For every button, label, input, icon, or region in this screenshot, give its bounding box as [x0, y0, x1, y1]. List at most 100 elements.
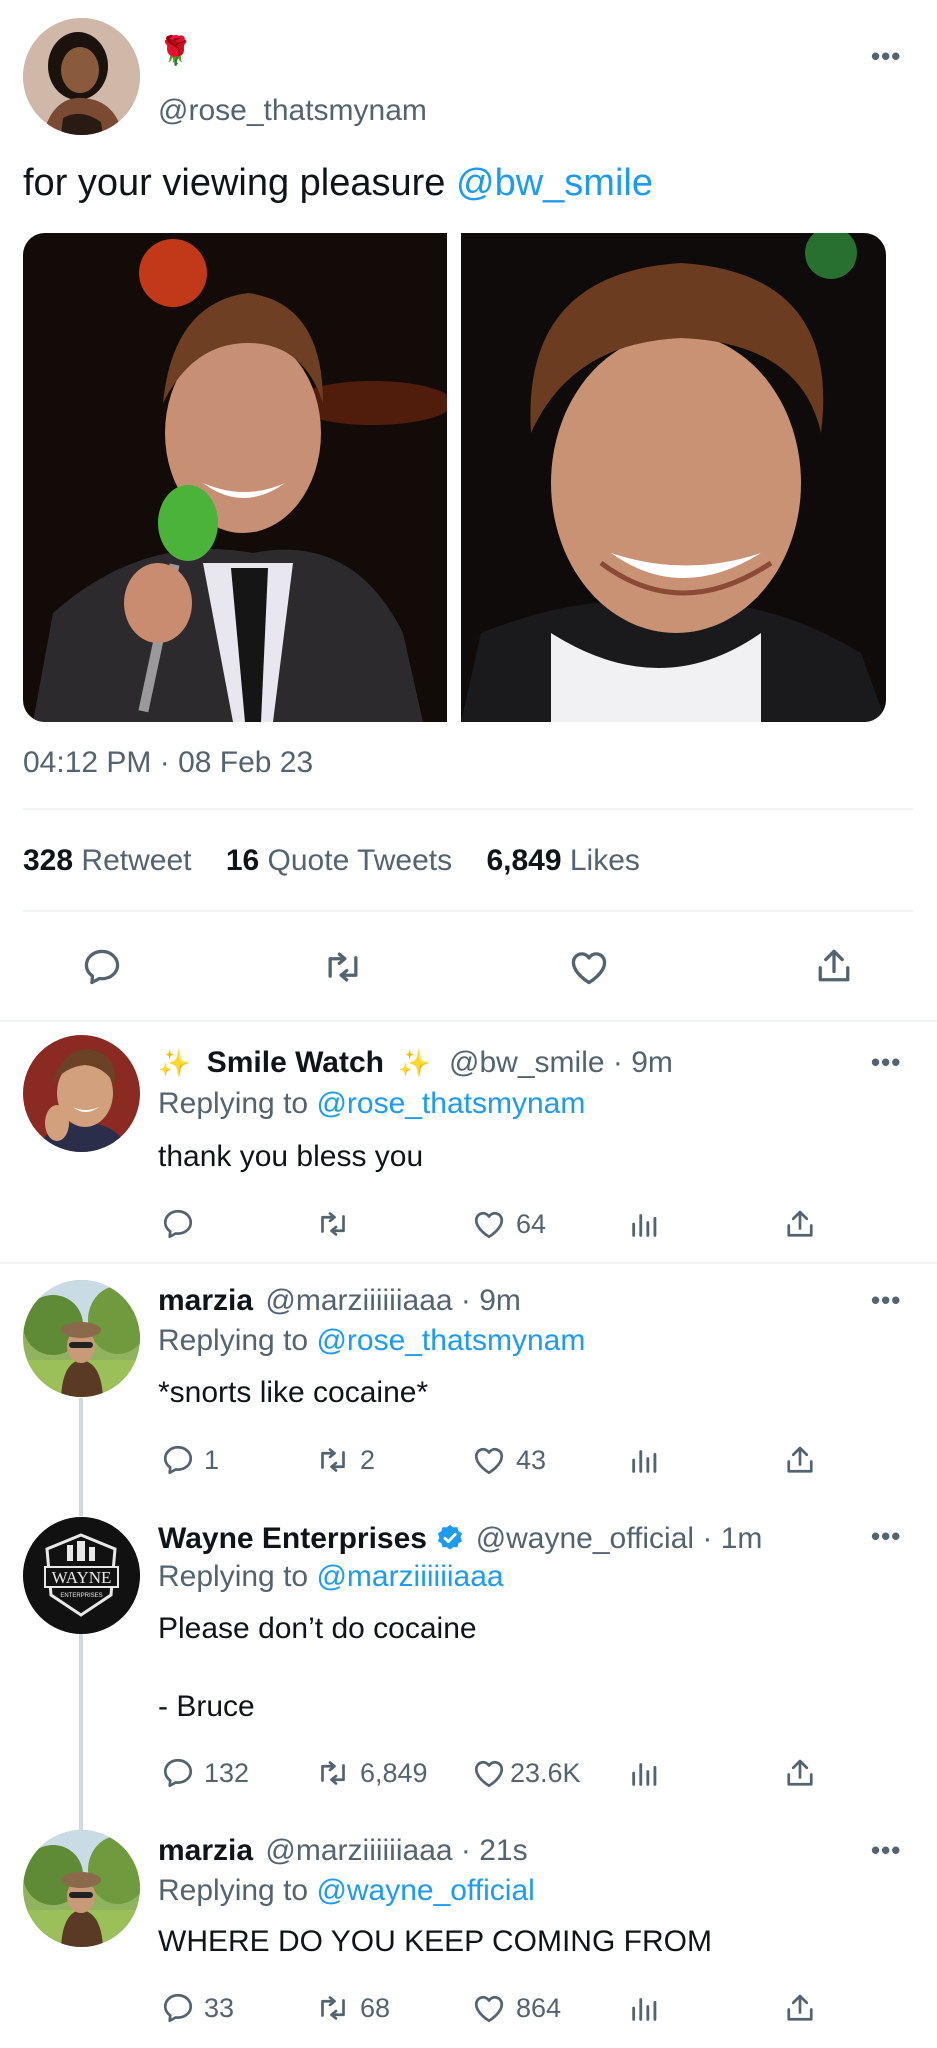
retweet-count[interactable]: 68: [360, 1993, 390, 2024]
divider: [0, 1262, 937, 1264]
reply-time[interactable]: · 21s: [453, 1834, 528, 1867]
divider: [23, 808, 913, 810]
thread-line: [79, 1634, 83, 1830]
likes-count[interactable]: 6,849: [486, 844, 561, 877]
reply-handle[interactable]: @wayne_official: [476, 1522, 694, 1555]
replying-to-handle[interactable]: @wayne_official: [316, 1874, 534, 1907]
reply-count[interactable]: 33: [204, 1993, 234, 2024]
author-avatar[interactable]: [23, 18, 140, 135]
share-icon[interactable]: [782, 1754, 818, 1792]
share-icon[interactable]: [782, 1441, 818, 1479]
wayne-logo-text: WAYNE: [52, 1568, 112, 1587]
reply-count[interactable]: 132: [204, 1758, 249, 1789]
like-icon[interactable]: [470, 1442, 508, 1478]
share-icon[interactable]: [782, 1989, 818, 2027]
retweet-icon[interactable]: [314, 1206, 352, 1242]
more-options-icon[interactable]: •••: [871, 1287, 901, 1313]
reply-display-name[interactable]: Smile Watch: [207, 1046, 384, 1079]
reply-time[interactable]: · 9m: [453, 1284, 521, 1317]
tweet-photo-2[interactable]: [461, 233, 886, 722]
author-handle[interactable]: @rose_thatsmynam: [158, 94, 427, 128]
reply-handle[interactable]: @marziiiiiiaaa: [265, 1834, 452, 1867]
tweet-mention[interactable]: @bw_smile: [456, 162, 653, 204]
more-options-icon[interactable]: •••: [871, 1049, 901, 1075]
replying-to: Replying to @marziiiiiiaaa: [158, 1560, 504, 1594]
quotes-count[interactable]: 16: [226, 844, 259, 877]
verified-badge-icon: [438, 1524, 463, 1550]
reply-header: marzia @marziiiiiiaaa · 21s: [158, 1834, 528, 1868]
author-display-name: 🌹: [158, 35, 193, 66]
replying-to: Replying to @rose_thatsmynam: [158, 1087, 585, 1121]
reply-icon[interactable]: [80, 945, 124, 989]
reply-icon[interactable]: [160, 1442, 196, 1478]
likes-label[interactable]: Likes: [570, 844, 640, 877]
replying-to-handle[interactable]: @rose_thatsmynam: [316, 1087, 585, 1120]
like-count[interactable]: 23.6K: [510, 1758, 581, 1789]
reply-text-signature: - Bruce: [158, 1690, 255, 1723]
reply-display-name[interactable]: Wayne Enterprises: [158, 1522, 427, 1555]
tweet-stats: 328 Retweet 16 Quote Tweets 6,849 Likes: [23, 844, 640, 878]
reply-header: Wayne Enterprises @wayne_official · 1m: [158, 1522, 762, 1556]
divider: [23, 910, 913, 912]
replying-to: Replying to @wayne_official: [158, 1874, 535, 1908]
tweet-text: for your viewing pleasure @bw_smile: [23, 162, 653, 205]
retweets-count[interactable]: 328: [23, 844, 73, 877]
tweet-text-body: for your viewing pleasure: [23, 162, 456, 204]
replying-to-handle[interactable]: @rose_thatsmynam: [316, 1324, 585, 1357]
reply-icon[interactable]: [160, 1990, 196, 2026]
reply-avatar[interactable]: WAYNE ENTERPRISES: [23, 1517, 140, 1634]
reply-text: WHERE DO YOU KEEP COMING FROM: [158, 1925, 712, 1958]
like-icon[interactable]: [470, 1206, 508, 1242]
sparkle-icon: ✨: [398, 1048, 431, 1078]
reply-header: ✨ Smile Watch ✨ @bw_smile · 9m: [158, 1046, 673, 1080]
retweet-count[interactable]: 2: [360, 1445, 375, 1476]
analytics-icon[interactable]: [628, 1442, 662, 1478]
more-options-icon[interactable]: •••: [871, 43, 901, 69]
tweet-photo-1[interactable]: [23, 233, 447, 722]
reply-time[interactable]: · 9m: [605, 1046, 673, 1079]
share-icon[interactable]: [782, 1205, 818, 1243]
reply-text: *snorts like cocaine*: [158, 1376, 429, 1409]
reply-time[interactable]: · 1m: [694, 1522, 762, 1555]
like-count[interactable]: 43: [516, 1445, 546, 1476]
reply-handle[interactable]: @marziiiiiiaaa: [265, 1284, 452, 1317]
like-icon[interactable]: [470, 1990, 508, 2026]
reply-icon[interactable]: [160, 1206, 196, 1242]
retweet-icon[interactable]: [314, 1755, 352, 1791]
quotes-label[interactable]: Quote Tweets: [268, 844, 453, 877]
tweet-timestamp[interactable]: 04:12 PM · 08 Feb 23: [23, 746, 313, 780]
like-count[interactable]: 64: [516, 1209, 546, 1240]
retweets-label[interactable]: Retweet: [81, 844, 191, 877]
reply-display-name[interactable]: marzia: [158, 1284, 253, 1317]
thread-line: [79, 1398, 83, 1516]
reply-avatar[interactable]: [23, 1280, 140, 1397]
analytics-icon[interactable]: [628, 1990, 662, 2026]
analytics-icon[interactable]: [628, 1206, 662, 1242]
reply-text: thank you bless you: [158, 1140, 424, 1173]
like-icon[interactable]: [470, 1755, 508, 1791]
more-options-icon[interactable]: •••: [871, 1523, 901, 1549]
like-icon[interactable]: [566, 945, 612, 989]
retweet-count[interactable]: 6,849: [360, 1758, 428, 1789]
more-options-icon[interactable]: •••: [871, 1837, 901, 1863]
sparkle-icon: ✨: [158, 1048, 191, 1078]
like-count[interactable]: 864: [516, 1993, 561, 2024]
reply-count[interactable]: 1: [204, 1445, 219, 1476]
share-icon[interactable]: [812, 943, 856, 989]
replying-to-label: Replying to: [158, 1087, 317, 1120]
replying-to-label: Replying to: [158, 1874, 317, 1907]
retweet-icon[interactable]: [320, 945, 366, 989]
retweet-icon[interactable]: [314, 1990, 352, 2026]
reply-handle[interactable]: @bw_smile: [449, 1046, 605, 1079]
reply-display-name[interactable]: marzia: [158, 1834, 253, 1867]
replying-to-label: Replying to: [158, 1560, 317, 1593]
reply-icon[interactable]: [160, 1755, 196, 1791]
reply-avatar[interactable]: [23, 1035, 140, 1152]
divider: [0, 1020, 937, 1022]
analytics-icon[interactable]: [628, 1755, 662, 1791]
wayne-logo-subtext: ENTERPRISES: [60, 1593, 102, 1599]
retweet-icon[interactable]: [314, 1442, 352, 1478]
replying-to-label: Replying to: [158, 1324, 317, 1357]
replying-to-handle[interactable]: @marziiiiiiaaa: [316, 1560, 503, 1593]
reply-avatar[interactable]: [23, 1830, 140, 1947]
